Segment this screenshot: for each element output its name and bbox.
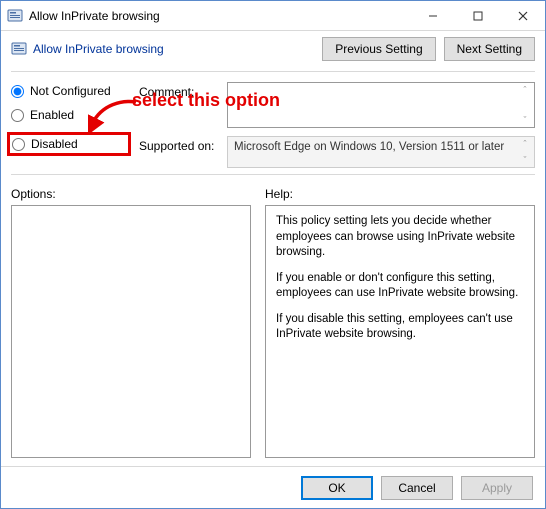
footer: OK Cancel Apply [1,466,545,508]
supported-on-label: Supported on: [139,136,219,153]
radio-enabled[interactable]: Enabled [11,108,131,122]
minimize-button[interactable] [410,1,455,30]
policy-title: Allow InPrivate browsing [33,42,164,56]
help-paragraph: If you disable this setting, employees c… [276,312,524,343]
policy-icon [7,8,23,24]
close-button[interactable] [500,1,545,30]
fields: Comment: ˆˇ Supported on: Microsoft Edge… [139,82,535,168]
ok-button[interactable]: OK [301,476,373,500]
header-row: Allow InPrivate browsing Previous Settin… [11,37,535,61]
radio-not-configured[interactable]: Not Configured [11,84,131,98]
radio-enabled-input[interactable] [11,109,24,122]
window-controls [410,1,545,30]
annotation-highlight: Disabled [7,132,131,156]
comment-scroll-hints: ˆˇ [518,85,532,125]
policy-editor-window: Allow InPrivate browsing [0,0,546,509]
radio-disabled[interactable]: Disabled [12,137,78,151]
radio-not-configured-input[interactable] [11,85,24,98]
radio-enabled-label: Enabled [30,108,74,122]
supported-on-text: Microsoft Edge on Windows 10, Version 15… [234,141,504,153]
help-label: Help: [265,187,535,201]
options-label: Options: [11,187,251,201]
next-setting-button[interactable]: Next Setting [444,37,535,61]
window-title: Allow InPrivate browsing [29,9,410,23]
policy-icon [11,41,27,57]
help-paragraph: If you enable or don't configure this se… [276,271,524,302]
apply-button[interactable]: Apply [461,476,533,500]
radio-disabled-input[interactable] [12,138,25,151]
radio-disabled-label: Disabled [31,137,78,151]
config-area: Not Configured Enabled Disabled Comment: [11,78,535,168]
comment-textarea[interactable]: ˆˇ [227,82,535,128]
comment-label: Comment: [139,82,219,99]
options-pane [11,205,251,458]
titlebar: Allow InPrivate browsing [1,1,545,31]
lower-area: Options: Help: This policy setting lets … [11,187,535,458]
radio-not-configured-label: Not Configured [30,84,111,98]
previous-setting-button[interactable]: Previous Setting [322,37,435,61]
supported-on-value: Microsoft Edge on Windows 10, Version 15… [227,136,535,168]
divider [11,174,535,175]
maximize-button[interactable] [455,1,500,30]
cancel-button[interactable]: Cancel [381,476,453,500]
help-pane[interactable]: This policy setting lets you decide whet… [265,205,535,458]
help-paragraph: This policy setting lets you decide whet… [276,214,524,261]
supported-scroll-hints: ˆˇ [518,139,532,165]
content-area: Allow InPrivate browsing Previous Settin… [1,31,545,466]
state-radios: Not Configured Enabled Disabled [11,82,131,168]
divider [11,71,535,72]
